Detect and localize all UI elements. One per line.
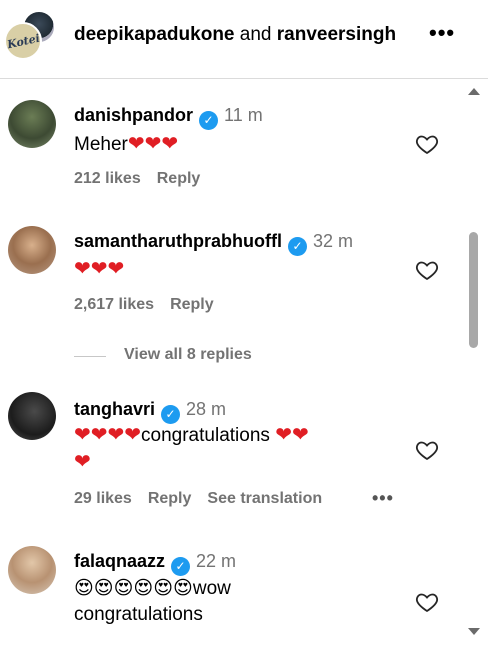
- red-heart-emoji: ❤❤❤❤: [74, 424, 142, 446]
- heart-eyes-emoji: 😍😍😍😍😍😍: [74, 578, 193, 599]
- comment-username[interactable]: falaqnaazz: [74, 551, 165, 571]
- comment-text: ❤❤❤❤congratulations ❤❤ ❤: [74, 424, 309, 473]
- comment-username[interactable]: samantharuthprabhuoffl: [74, 231, 282, 251]
- reply-button[interactable]: Reply: [148, 490, 192, 507]
- red-heart-emoji: ❤❤: [275, 424, 309, 446]
- reply-button[interactable]: Reply: [157, 170, 201, 187]
- comment-item: tanghavri ✓ 28 m ❤❤❤❤congratulations ❤❤ ❤ 2…: [0, 384, 466, 524]
- avatar[interactable]: [8, 100, 56, 148]
- comment-text: Meher❤❤❤: [74, 133, 179, 155]
- comment-time[interactable]: 11 m: [224, 105, 263, 125]
- comment-item: samantharuthprabhuoffl ✓ 32 m ❤❤❤ 2,617 li…: [0, 216, 466, 340]
- heart-outline-icon[interactable]: [414, 438, 440, 462]
- header-user-ranveersingh[interactable]: ranveersingh: [277, 24, 396, 45]
- post-header: Kotei deepikapadukone and ranveersingh •…: [0, 0, 488, 79]
- see-translation-button[interactable]: See translation: [207, 490, 322, 507]
- collab-title: deepikapadukone and ranveersingh: [74, 24, 396, 46]
- header-joiner: and: [239, 24, 272, 45]
- comment-username[interactable]: danishpandor: [74, 105, 193, 125]
- scrollbar[interactable]: [466, 80, 480, 648]
- scroll-up-arrow-icon[interactable]: [468, 88, 480, 95]
- likes-count[interactable]: 2,617 likes: [74, 296, 154, 313]
- comment-username[interactable]: tanghavri: [74, 399, 155, 419]
- heart-outline-icon[interactable]: [414, 132, 440, 156]
- red-heart-emoji: ❤❤❤: [127, 133, 179, 155]
- collab-avatars[interactable]: Kotei: [4, 8, 58, 62]
- header-user-deepikapadukone[interactable]: deepikapadukone: [74, 24, 235, 45]
- reply-button[interactable]: Reply: [170, 296, 214, 313]
- comment-item: falaqnaazz ✓ 22 m 😍😍😍😍😍😍wow congratulations: [0, 538, 466, 648]
- avatar[interactable]: [8, 546, 56, 594]
- heart-outline-icon[interactable]: [414, 590, 440, 614]
- verified-badge-icon: ✓: [199, 111, 219, 130]
- avatar[interactable]: [8, 392, 56, 440]
- scroll-down-arrow-icon[interactable]: [468, 628, 480, 635]
- likes-count[interactable]: 212 likes: [74, 170, 141, 187]
- comment-time[interactable]: 28 m: [186, 399, 226, 419]
- verified-badge-icon: ✓: [171, 557, 191, 576]
- comment-time[interactable]: 22 m: [196, 551, 236, 571]
- divider: [74, 356, 106, 357]
- heart-outline-icon[interactable]: [414, 258, 440, 282]
- comment-item: danishpandor ✓ 11 m Meher❤❤❤ 212 likes Repl…: [0, 90, 466, 210]
- comment-time[interactable]: 32 m: [313, 231, 353, 251]
- comment-text: 😍😍😍😍😍😍wow congratulations: [74, 578, 231, 625]
- avatar: Kotei: [4, 22, 42, 60]
- view-replies-label[interactable]: View all 8 replies: [124, 346, 252, 364]
- likes-count[interactable]: 29 likes: [74, 490, 132, 507]
- more-options-icon[interactable]: •••: [429, 22, 455, 44]
- avatar[interactable]: [8, 226, 56, 274]
- scrollbar-thumb[interactable]: [469, 232, 478, 348]
- verified-badge-icon: ✓: [288, 237, 308, 256]
- comment-more-icon[interactable]: •••: [372, 488, 394, 509]
- red-heart-emoji: ❤: [74, 451, 91, 473]
- red-heart-emoji: ❤❤❤: [74, 258, 125, 280]
- comment-text: ❤❤❤: [74, 256, 404, 283]
